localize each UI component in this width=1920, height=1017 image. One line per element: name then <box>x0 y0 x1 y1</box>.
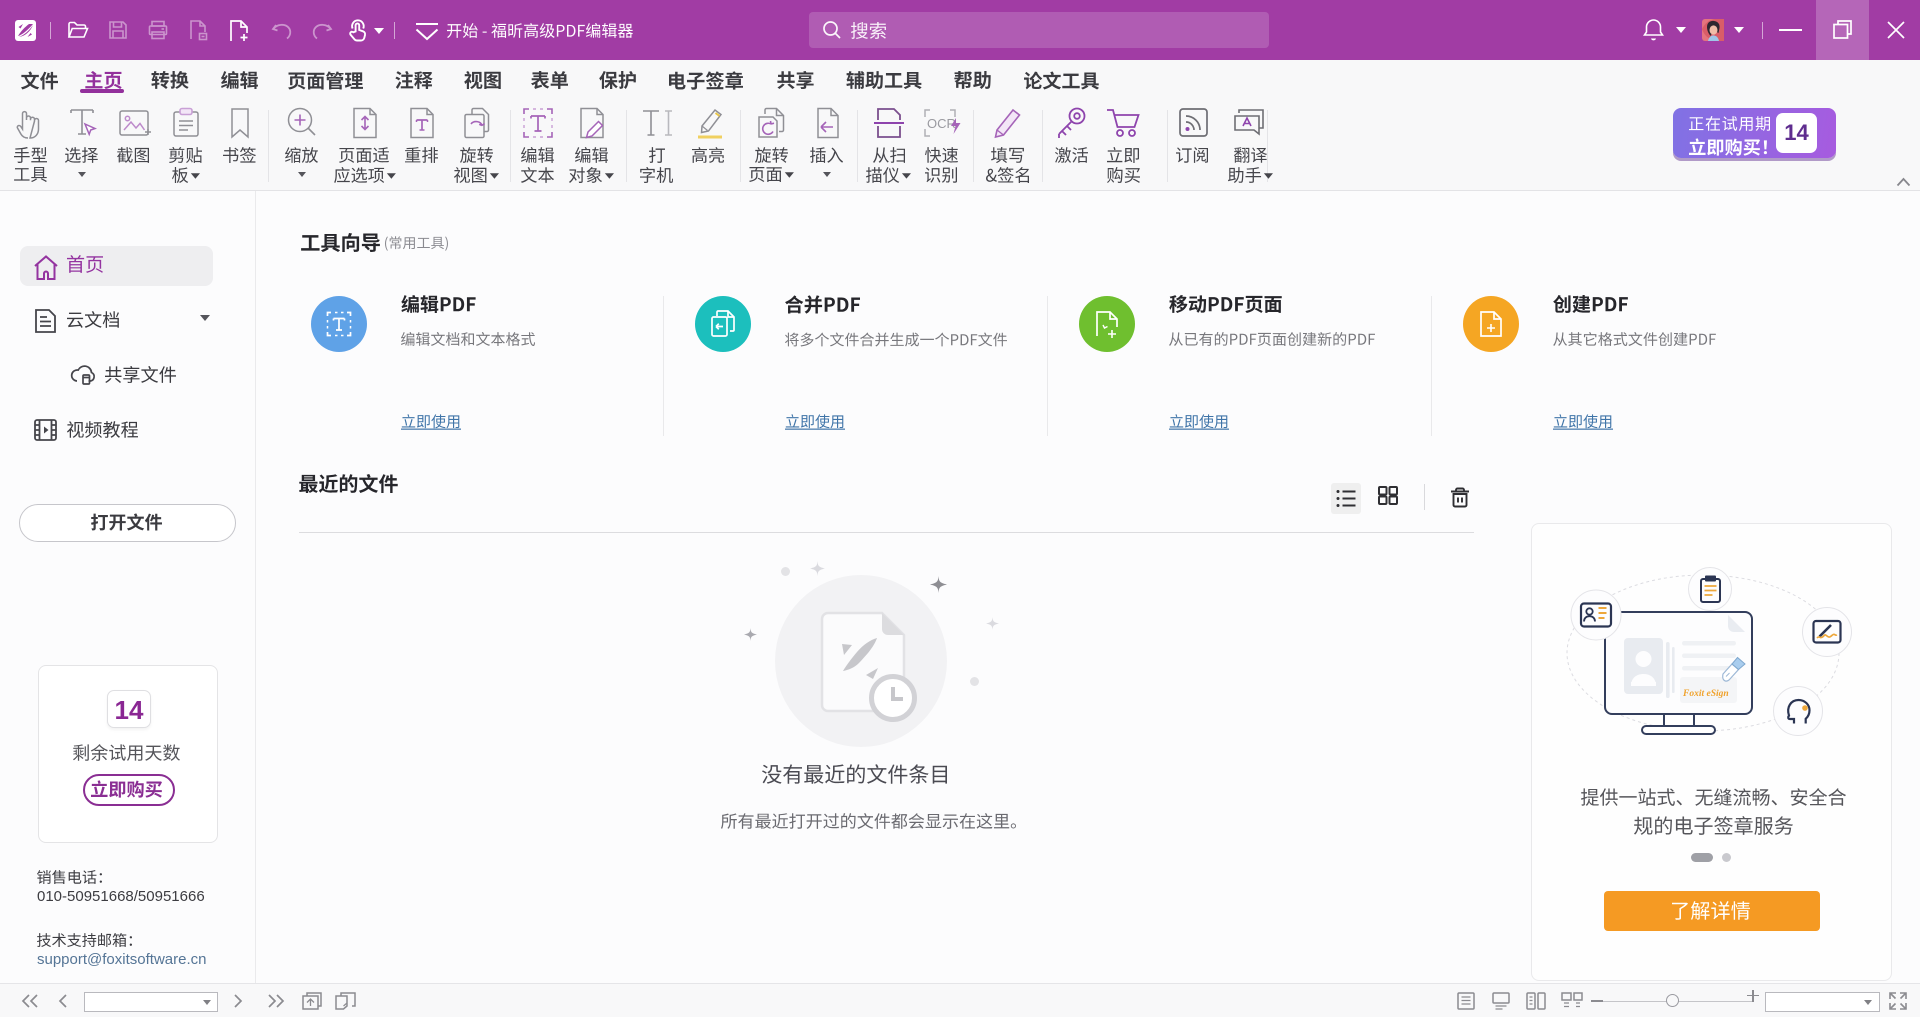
svg-text:Foxit eSign: Foxit eSign <box>1682 689 1729 699</box>
svg-text:OCR: OCR <box>927 116 956 131</box>
